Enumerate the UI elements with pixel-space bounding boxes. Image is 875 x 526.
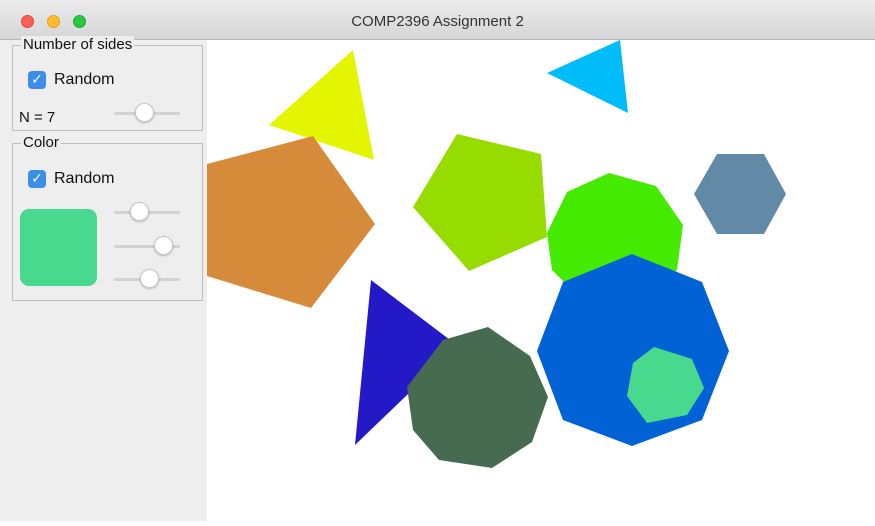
orange-pentagon-shape — [207, 136, 375, 308]
blue-octagon-shape — [537, 254, 729, 446]
slider-thumb[interactable] — [154, 236, 173, 255]
title-bar: COMP2396 Assignment 2 — [0, 0, 875, 40]
window-title: COMP2396 Assignment 2 — [351, 13, 524, 30]
color-random-label: Random — [54, 170, 115, 187]
shapes-layer — [207, 40, 786, 468]
drawing-canvas[interactable] — [207, 40, 875, 521]
lime-pentagon-shape — [413, 134, 547, 271]
slider-thumb[interactable] — [140, 269, 159, 288]
color-preview-swatch — [20, 209, 97, 286]
number-of-sides-group: Number of sides ✓ Random N = 7 — [12, 36, 203, 131]
green-slider[interactable] — [114, 236, 180, 256]
control-panel: Number of sides ✓ Random N = 7 Color ✓ R… — [0, 36, 207, 521]
checkmark-icon: ✓ — [28, 71, 46, 89]
red-slider[interactable] — [114, 202, 180, 222]
blue-slider[interactable] — [114, 269, 180, 289]
color-random-checkbox[interactable]: ✓ Random — [28, 169, 114, 189]
number-of-sides-title: Number of sides — [21, 36, 135, 54]
color-title: Color — [21, 134, 61, 152]
slider-thumb[interactable] — [130, 202, 149, 221]
sides-slider[interactable] — [114, 103, 180, 123]
sides-count-label: N = 7 — [19, 109, 56, 126]
color-group: Color ✓ Random — [12, 134, 203, 301]
checkmark-icon: ✓ — [28, 170, 46, 188]
slate-hexagon-shape — [694, 154, 786, 234]
cyan-triangle-shape — [547, 40, 628, 113]
slider-thumb[interactable] — [135, 103, 154, 122]
sides-random-label: Random — [54, 71, 115, 88]
sides-random-checkbox[interactable]: ✓ Random — [28, 70, 114, 90]
